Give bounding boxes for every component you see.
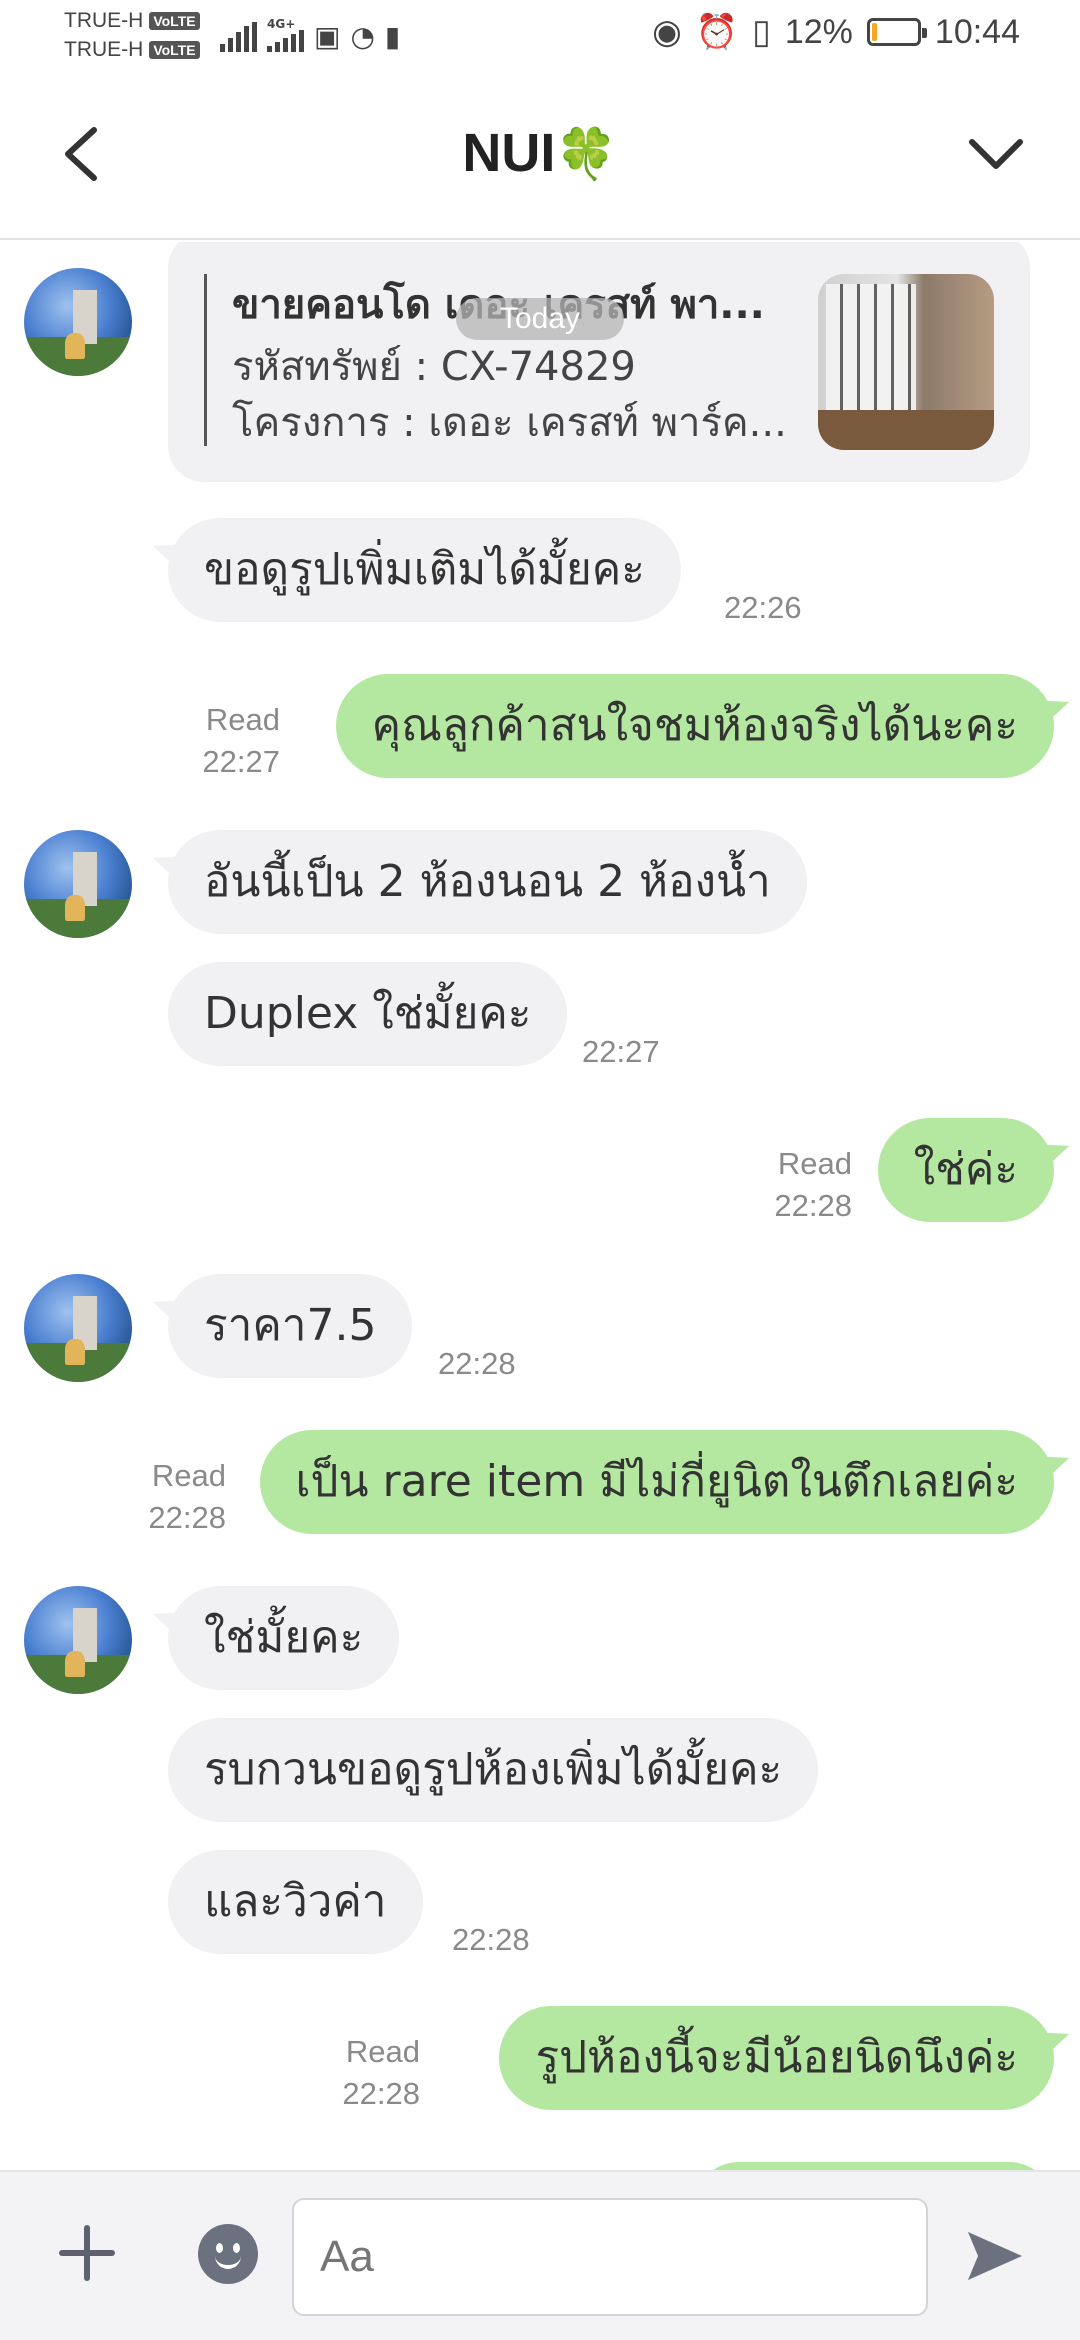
message-bubble-in[interactable]: อันนี้เป็น 2 ห้องนอน 2 ห้องน้ำ xyxy=(168,830,807,934)
property-card[interactable]: ขายคอนโด เดอะ เครสท์ พา... รหัสทรัพย์ : … xyxy=(168,242,1030,482)
carrier-2: TRUE-H xyxy=(64,38,144,61)
message-time: 22:28 xyxy=(774,1188,852,1223)
message-bubble-in[interactable]: ราคา7.5 xyxy=(168,1274,413,1378)
message-bubble-out[interactable]: ใช่ค่ะ xyxy=(877,1118,1054,1222)
message-bubble-out-partial[interactable] xyxy=(694,2162,1054,2170)
battery-fill xyxy=(871,23,877,41)
message-time: 22:27 xyxy=(202,744,280,779)
message-bubble-in[interactable]: ใช่มั้ยคะ xyxy=(168,1586,400,1690)
message-time: 22:28 xyxy=(438,1346,516,1381)
signal-icon xyxy=(220,22,257,52)
battery-percent: 12% xyxy=(784,12,853,51)
message-bubble-in[interactable]: ขอดูรูปเพิ่มเติมได้มั้ยคะ xyxy=(168,518,681,622)
status-right: ◉ ⏰ ▯ 12% 10:44 xyxy=(652,12,1020,52)
message-input[interactable] xyxy=(292,2198,928,2316)
avatar[interactable] xyxy=(24,1586,132,1694)
read-status: Read xyxy=(205,702,280,737)
clover-emoji: 🍀 xyxy=(555,126,618,182)
nfc-icon: ◔ xyxy=(350,20,375,53)
read-status: Read xyxy=(777,1146,852,1181)
sim-icon: ▣ xyxy=(314,20,341,53)
message-bubble-in[interactable]: และวิวค่า xyxy=(168,1850,423,1954)
property-thumbnail[interactable] xyxy=(818,274,994,450)
battery-icon xyxy=(866,18,927,46)
read-status: Read xyxy=(151,1458,226,1493)
avatar[interactable] xyxy=(24,830,132,938)
volte-badge: VoLTE xyxy=(149,11,200,30)
vibrate-icon: ▯ xyxy=(752,13,771,51)
avatar[interactable] xyxy=(24,1274,132,1382)
message-time: 22:27 xyxy=(582,1034,660,1069)
quote-bar xyxy=(204,274,207,446)
carrier-info: TRUE-H VoLTE TRUE-H VoLTE xyxy=(64,6,200,64)
avatar[interactable] xyxy=(24,268,132,376)
message-bubble-in[interactable]: Duplex ใช่มั้ยคะ xyxy=(168,962,568,1066)
clock: 10:44 xyxy=(934,12,1020,51)
contact-name: NUI xyxy=(462,123,556,183)
message-bubble-out[interactable]: คุณลูกค้าสนใจชมห้องจริงได้นะคะ xyxy=(335,674,1054,778)
read-status: Read xyxy=(345,2034,420,2069)
volte-badge: VoLTE xyxy=(149,40,200,59)
card-property-code: รหัสทรัพย์ : CX-74829 xyxy=(232,344,636,390)
message-time: 22:28 xyxy=(452,1922,530,1957)
message-time: 22:28 xyxy=(342,2076,420,2111)
send-icon[interactable] xyxy=(964,2228,1024,2284)
message-time: 22:26 xyxy=(724,590,802,625)
emoji-icon[interactable] xyxy=(198,2224,258,2284)
alarm-icon: ⏰ xyxy=(695,13,739,51)
signal-icon xyxy=(267,30,304,52)
message-bubble-in[interactable]: รบกวนขอดูรูปห้องเพิ่มได้มั้ยคะ xyxy=(168,1718,819,1822)
chat-title: NUI🍀 xyxy=(0,122,1080,184)
alert-icon: ▮ xyxy=(384,20,401,53)
message-bubble-out[interactable]: รูปห้องนี้จะมีน้อยนิดนึงค่ะ xyxy=(499,2006,1054,2110)
message-list[interactable]: ขายคอนโด เดอะ เครสท์ พา... รหัสทรัพย์ : … xyxy=(0,242,1080,2170)
plus-icon[interactable] xyxy=(58,2224,116,2282)
composer-bar xyxy=(0,2170,1080,2340)
carrier-1: TRUE-H xyxy=(64,9,144,32)
chat-header: NUI🍀 xyxy=(0,72,1080,240)
status-bar: TRUE-H VoLTE TRUE-H VoLTE 4G+ ▣ ◔ ▮ ◉ ⏰ ▯ … xyxy=(0,0,1080,72)
card-project: โครงการ : เดอะ เครสท์ พาร์ค... xyxy=(232,400,787,446)
chevron-down-icon[interactable] xyxy=(968,132,1024,176)
message-bubble-out[interactable]: เป็น rare item มีไม่กี่ยูนิตในตึกเลยค่ะ xyxy=(259,1430,1054,1534)
network-icons: 4G+ ▣ ◔ ▮ xyxy=(220,18,400,52)
date-divider: Today xyxy=(456,298,624,340)
eye-icon: ◉ xyxy=(652,13,682,51)
message-time: 22:28 xyxy=(148,1500,226,1535)
network-type: 4G+ xyxy=(267,17,296,31)
